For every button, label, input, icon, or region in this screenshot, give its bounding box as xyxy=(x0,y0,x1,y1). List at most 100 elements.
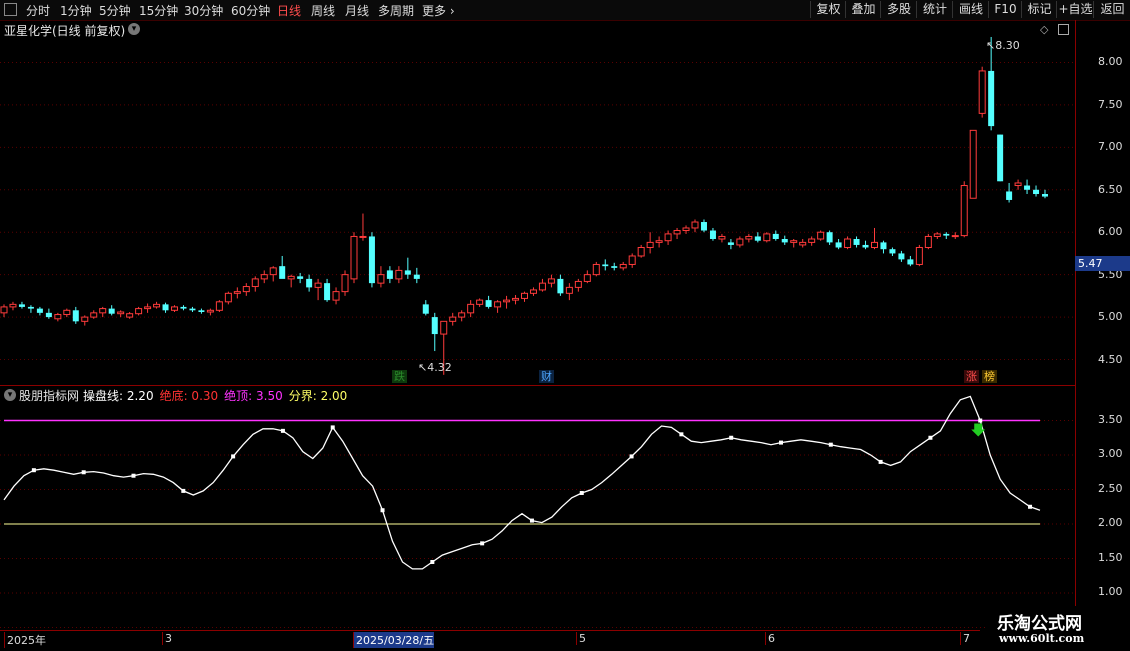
watermark: 乐淘公式网 www.60lt.com xyxy=(985,606,1130,650)
period-toolbar: 分时 1分钟 5分钟 15分钟 30分钟 60分钟 日线 周线 月线 多周期 更多 › 复权 叠加 多股… xyxy=(0,0,1130,21)
candle-body xyxy=(297,276,304,279)
candle-body xyxy=(646,241,654,248)
toolbar-button-4[interactable]: 画线 xyxy=(952,1,989,18)
candle-body xyxy=(54,314,62,320)
toolbar-button-1[interactable]: 叠加 xyxy=(845,1,881,18)
candle-body xyxy=(494,301,502,308)
candle-body xyxy=(36,308,43,313)
candle-body xyxy=(817,231,825,240)
toolbar-button-5[interactable]: F10 xyxy=(988,1,1022,18)
candle-body xyxy=(637,246,645,257)
date-tick-label: 3 xyxy=(162,632,172,645)
watermark-url: www.60lt.com xyxy=(999,632,1085,645)
candle-body xyxy=(988,70,995,127)
toolbar-button-3[interactable]: 统计 xyxy=(916,1,953,18)
toolbar-button-8[interactable]: 返回 xyxy=(1093,1,1130,18)
indicator-panel[interactable]: ▾ 股朋指标网 操盘线: 2.20 绝底: 0.30 绝顶: 3.50 分界: 2.0… xyxy=(0,385,1075,631)
date-tick-label: 5 xyxy=(576,632,586,645)
candle-body xyxy=(557,278,564,294)
toolbar-button-2[interactable]: 多股 xyxy=(880,1,917,18)
event-marker-rise[interactable]: 涨 xyxy=(964,370,979,383)
candle-body xyxy=(449,316,457,322)
tab-period-10[interactable]: 更多 › xyxy=(422,2,455,19)
indicator-point xyxy=(529,518,534,523)
candle-body xyxy=(1033,189,1040,195)
tab-period-6[interactable]: 日线 xyxy=(277,2,301,19)
candle-body xyxy=(682,227,690,232)
event-marker-finance[interactable]: 财 xyxy=(539,370,554,383)
candle-body xyxy=(198,310,205,312)
candle-body xyxy=(108,308,115,314)
event-marker-drop[interactable]: 跌 xyxy=(392,370,407,383)
candle-body xyxy=(287,275,295,280)
indicator-tick-label: 1.00 xyxy=(1098,585,1123,599)
candle-body xyxy=(602,264,609,267)
indicator-tick-label: 2.50 xyxy=(1098,481,1123,495)
indicator-point xyxy=(579,490,584,495)
candle-body xyxy=(332,291,340,301)
candle-body xyxy=(547,278,555,284)
candle-body xyxy=(314,282,322,288)
date-tick-label: 7 xyxy=(960,632,970,645)
candle-body xyxy=(440,320,448,335)
watermark-title: 乐淘公式网 xyxy=(997,614,1082,634)
toolbar-button-0[interactable]: 复权 xyxy=(810,1,846,18)
indicator-tick-label: 2.00 xyxy=(1098,516,1123,530)
indicator-point xyxy=(629,454,634,459)
selected-date-label[interactable]: 2025/03/28/五 xyxy=(353,632,435,648)
toolbar-button-7[interactable]: +自选 xyxy=(1056,1,1094,18)
sidebar-toggle-icon[interactable] xyxy=(4,3,17,16)
candle-body xyxy=(0,306,8,314)
candle-body xyxy=(279,266,286,279)
price-tick-label: 7.50 xyxy=(1098,97,1123,111)
tab-period-1[interactable]: 1分钟 xyxy=(60,2,92,19)
candle-body xyxy=(1042,194,1048,197)
toolbar-button-6[interactable]: 标记 xyxy=(1021,1,1057,18)
date-tick-label: 2025年 xyxy=(4,632,46,648)
indicator-point xyxy=(280,428,285,433)
candle-body xyxy=(126,313,134,318)
candle-body xyxy=(772,233,779,239)
candle-body xyxy=(583,274,591,282)
candle-body xyxy=(538,282,546,291)
candle-body xyxy=(324,283,331,301)
candle-body xyxy=(835,242,842,248)
candle-body xyxy=(476,299,484,305)
candle-body xyxy=(18,304,25,307)
tab-period-7[interactable]: 周线 xyxy=(311,2,335,19)
tab-period-9[interactable]: 多周期 xyxy=(378,2,414,19)
candle-body xyxy=(1024,185,1031,190)
indicator-tick-label: 3.50 xyxy=(1098,412,1123,426)
candle-body xyxy=(978,70,986,114)
candle-body xyxy=(691,221,699,229)
candle-body xyxy=(655,240,663,243)
indicator-point xyxy=(1028,504,1033,509)
candle-body xyxy=(933,233,941,237)
candle-body xyxy=(826,232,833,243)
tab-period-3[interactable]: 15分钟 xyxy=(139,2,178,19)
price-chart-panel[interactable]: 亚星化学(日线 前复权) ▾ ◇ ↖8.30 ↖4.32 跌 财 涨 榜 xyxy=(0,20,1075,385)
candle-body xyxy=(63,309,71,316)
candle-body xyxy=(422,304,429,314)
candle-body xyxy=(386,270,393,279)
indicator-point xyxy=(181,488,186,493)
candle-body xyxy=(135,308,143,315)
candle-body xyxy=(790,240,798,243)
candle-body xyxy=(960,185,968,237)
indicator-point xyxy=(81,470,86,475)
event-marker-ranking[interactable]: 榜 xyxy=(982,370,997,383)
tab-period-4[interactable]: 30分钟 xyxy=(184,2,223,19)
candle-body xyxy=(844,238,852,248)
date-tick-label: 6 xyxy=(765,632,775,645)
candle-body xyxy=(574,280,582,288)
tab-period-8[interactable]: 月线 xyxy=(345,2,369,19)
candle-body xyxy=(853,239,860,245)
indicator-point xyxy=(878,459,883,464)
candle-body xyxy=(162,304,169,311)
tab-period-0[interactable]: 分时 xyxy=(26,2,50,19)
tab-period-2[interactable]: 5分钟 xyxy=(99,2,131,19)
candle-body xyxy=(997,134,1004,182)
candle-body xyxy=(521,292,528,299)
tab-period-5[interactable]: 60分钟 xyxy=(231,2,270,19)
candle-body xyxy=(889,249,896,254)
